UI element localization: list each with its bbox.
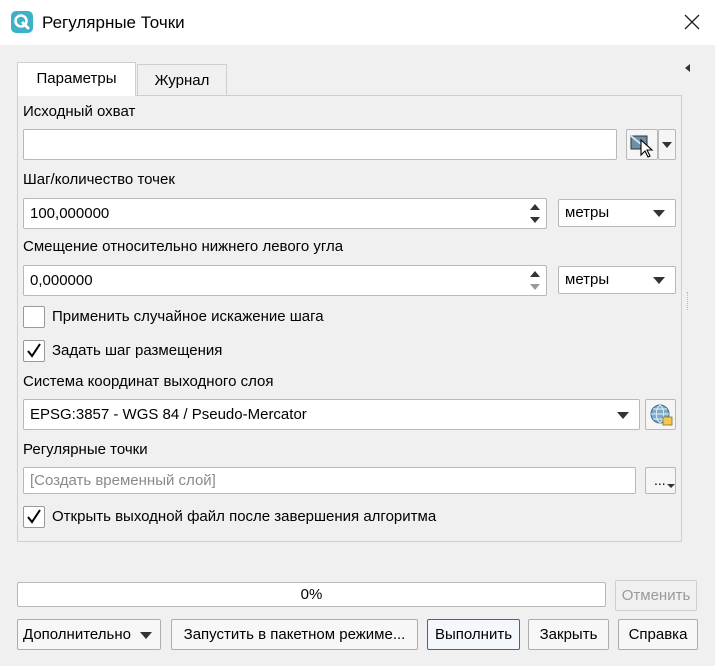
crs-label: Система координат выходного слоя (23, 373, 274, 390)
progress-bar: 0% (17, 582, 606, 607)
spacing-input[interactable]: 100,000000 (23, 198, 547, 229)
offset-input[interactable]: 0,000000 (23, 265, 547, 296)
batch-run-button[interactable]: Запустить в пакетном режиме... (171, 619, 418, 650)
chevron-down-icon (662, 142, 672, 148)
use-spacing-label: Задать шаг размещения (52, 342, 223, 359)
chevron-down-icon (653, 210, 665, 217)
spacing-label: Шаг/количество точек (23, 171, 175, 188)
chevron-down-icon (617, 412, 629, 419)
offset-unit-select[interactable]: метры (558, 266, 676, 294)
spacing-unit-select[interactable]: метры (558, 199, 676, 227)
step-down-icon (530, 217, 540, 223)
offset-stepper[interactable] (524, 265, 546, 296)
advanced-label: Дополнительно (23, 626, 131, 643)
window-title: Регулярные Точки (42, 13, 185, 32)
spacing-stepper[interactable] (524, 198, 546, 229)
qgis-icon (11, 11, 33, 33)
use-spacing-checkbox[interactable] (23, 340, 45, 362)
extent-input[interactable] (23, 129, 617, 160)
tab-label: Журнал (154, 72, 210, 89)
open-output-label: Открыть выходной файл после завершения а… (52, 508, 437, 525)
chevron-down-icon (667, 484, 675, 488)
tab-log[interactable]: Журнал (137, 64, 227, 95)
crs-value: EPSG:3857 - WGS 84 / Pseudo-Mercator (30, 406, 307, 423)
checkmark-icon (27, 343, 41, 358)
close-button[interactable] (669, 0, 715, 45)
map-select-icon (630, 135, 654, 158)
randomize-checkbox[interactable] (23, 306, 45, 328)
extent-label: Исходный охват (23, 103, 136, 120)
advanced-button[interactable]: Дополнительно (17, 619, 161, 650)
output-input[interactable]: [Создать временный слой] (23, 467, 636, 494)
offset-unit-value: метры (565, 271, 610, 288)
run-button[interactable]: Выполнить (427, 619, 520, 650)
output-browse-button[interactable]: ... (645, 467, 676, 494)
open-output-checkbox[interactable] (23, 506, 45, 528)
crs-selector-button[interactable] (645, 399, 676, 430)
splitter-handle[interactable] (687, 292, 689, 310)
spacing-unit-value: метры (565, 204, 610, 221)
browse-label: ... (654, 472, 666, 488)
crs-select[interactable]: EPSG:3857 - WGS 84 / Pseudo-Mercator (23, 399, 640, 430)
randomize-label: Применить случайное искажение шага (52, 308, 324, 325)
select-extent-button[interactable] (626, 129, 658, 160)
step-up-icon (530, 204, 540, 210)
cancel-button[interactable]: Отменить (615, 580, 697, 611)
globe-icon (650, 404, 673, 426)
close-icon (684, 14, 700, 30)
checkmark-icon (27, 509, 41, 524)
close-dialog-button[interactable]: Закрыть (528, 619, 609, 650)
collapse-panel-icon[interactable] (683, 61, 693, 73)
step-up-icon (530, 271, 540, 277)
output-label: Регулярные точки (23, 441, 148, 458)
chevron-down-icon (140, 632, 152, 639)
offset-label: Смещение относительно нижнего левого угл… (23, 238, 344, 255)
tab-parameters[interactable]: Параметры (17, 62, 136, 96)
tab-label: Параметры (36, 70, 117, 87)
help-button[interactable]: Справка (618, 619, 698, 650)
extent-menu-button[interactable] (658, 129, 676, 160)
step-down-icon (530, 284, 540, 290)
progress-text: 0% (300, 586, 323, 603)
chevron-down-icon (653, 277, 665, 284)
title-bar: Регулярные Точки (0, 0, 715, 45)
